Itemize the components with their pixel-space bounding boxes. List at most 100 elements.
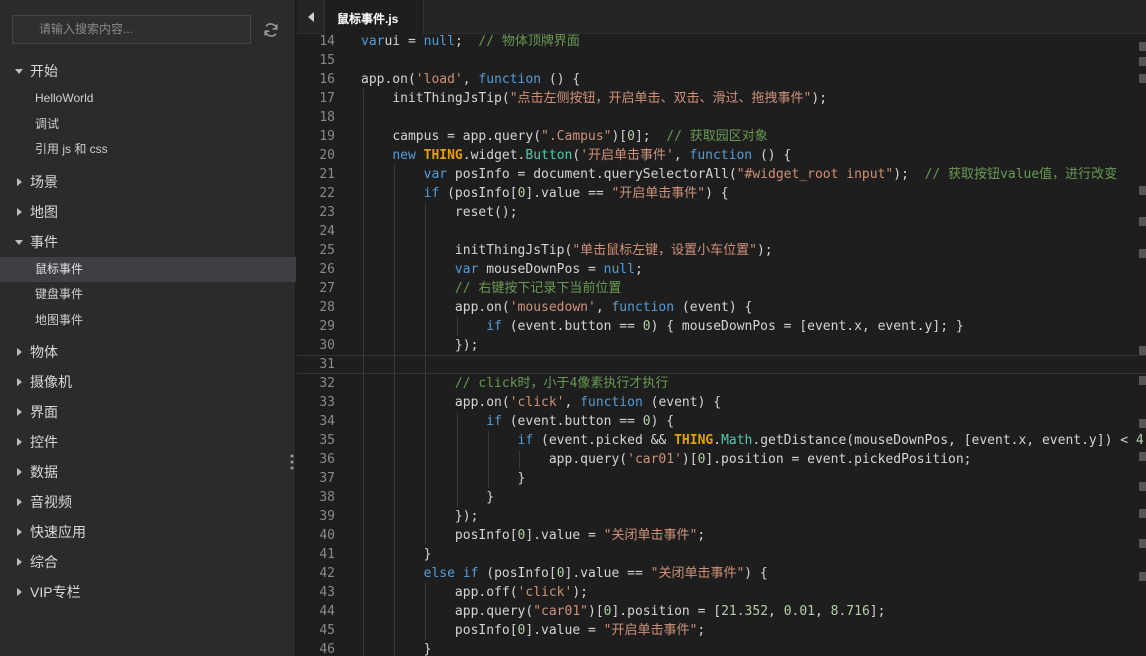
indent-guide: [394, 203, 396, 222]
code-token: var: [361, 34, 385, 49]
indent-guide: [425, 298, 427, 317]
indent-guide: [363, 431, 364, 450]
code-token: if: [486, 319, 502, 334]
indent-guide: [456, 431, 458, 450]
code-line: 15: [297, 51, 1146, 70]
code-token: // click时，小于4像素执行才执行: [454, 376, 669, 391]
code-token: }: [423, 642, 432, 656]
splitter-handle[interactable]: [290, 453, 294, 471]
indent-guide: [394, 336, 396, 355]
sidebar-item[interactable]: 鼠标事件: [0, 256, 296, 282]
code-token: )[: [681, 452, 698, 467]
line-number: 29: [319, 319, 335, 334]
code-token: initThingJsTip(: [392, 91, 510, 106]
sidebar-group-label: 物体: [30, 344, 58, 360]
code-area[interactable]: 14 varui = null; // 物体顶牌界面 15 16 app.on('loa…: [297, 34, 1146, 656]
code-line: 42 else if (posInfo[0].value == "关闭单击事件"…: [297, 564, 1146, 583]
code-line: 38 }: [297, 488, 1146, 507]
line-number: 41: [319, 547, 335, 562]
code-token: 0: [556, 566, 565, 581]
sidebar-group-label: 场景: [30, 173, 58, 190]
sidebar-group-4[interactable]: 物体: [0, 337, 296, 367]
code-token: ;: [454, 34, 479, 49]
line-number: 27: [319, 281, 335, 296]
code-token: () {: [541, 72, 581, 87]
indent-guide: [425, 583, 427, 602]
code-token: function: [689, 148, 753, 163]
sidebar-group-label: 综合: [30, 554, 58, 570]
refresh-icon[interactable]: [262, 21, 280, 39]
indent-guide: [394, 393, 396, 412]
code-line: 37 }: [297, 469, 1146, 488]
code-text: posInfo[0].value = "关闭单击事件";: [361, 526, 705, 545]
sidebar-group-12[interactable]: VIP专栏: [0, 577, 296, 607]
code-token: 'click': [517, 585, 573, 600]
line-number: 38: [319, 490, 335, 505]
code-token: ui =: [384, 34, 424, 49]
sidebar-group-label: 界面: [30, 404, 58, 420]
indent-guide: [363, 184, 364, 203]
code-token: ,: [815, 604, 831, 619]
caret-right-icon: [14, 167, 24, 197]
line-number: 43: [319, 585, 335, 600]
code-token: "开启单击事件": [603, 623, 698, 638]
indent-guide: [456, 469, 458, 488]
caret-right-icon: [14, 457, 24, 487]
sidebar-group-0[interactable]: 开始: [0, 56, 296, 86]
indent-guide: [394, 545, 396, 564]
scrollbar[interactable]: [1138, 34, 1146, 656]
code-token: reset();: [454, 205, 518, 220]
indent-guide: [363, 127, 364, 146]
caret-right-icon: [14, 337, 24, 367]
indent-guide: [363, 450, 364, 469]
code-token: Math: [721, 433, 753, 448]
search-input[interactable]: 请输入搜索内容...: [12, 15, 251, 44]
indent-guide: [456, 412, 458, 431]
sidebar-item[interactable]: 地图事件: [0, 308, 296, 334]
indent-guide: [363, 488, 364, 507]
indent-guide: [394, 564, 396, 583]
code-text: if (posInfo[0].value == "开启单击事件") {: [361, 184, 729, 203]
tab-mouse-events-js[interactable]: 鼠标事件.js: [324, 0, 424, 34]
code-text: if (event.picked && THING.Math.getDistan…: [361, 431, 1146, 450]
indent-guide: [394, 431, 396, 450]
sidebar-group-11[interactable]: 综合: [0, 547, 296, 577]
sidebar-group-1[interactable]: 场景: [0, 167, 296, 197]
code-token: if: [517, 433, 534, 448]
indent-guide: [394, 279, 396, 298]
sidebar-item[interactable]: 键盘事件: [0, 282, 296, 308]
indent-guide: [394, 640, 396, 656]
code-token: app.off(: [454, 585, 518, 600]
code-token: '开启单击事件': [580, 148, 674, 163]
sidebar-item[interactable]: HelloWorld: [0, 86, 296, 112]
sidebar-group-6[interactable]: 界面: [0, 397, 296, 427]
indent-guide: [363, 507, 364, 526]
sidebar-group-10[interactable]: 快速应用: [0, 517, 296, 547]
sidebar-item[interactable]: 调试: [0, 112, 296, 138]
sidebar-group-8[interactable]: 数据: [0, 457, 296, 487]
code-token: );: [893, 167, 925, 182]
code-token: 0: [627, 129, 635, 144]
sidebar-group-5[interactable]: 摄像机: [0, 367, 296, 397]
line-number: 42: [319, 566, 335, 581]
sidebar-item[interactable]: 引用 js 和 css: [0, 137, 296, 163]
code-token: ].position = event.pickedPosition;: [705, 452, 972, 467]
sidebar-group-9[interactable]: 音视频: [0, 487, 296, 517]
code-token: new: [392, 148, 424, 163]
code-token: ;: [697, 623, 706, 638]
sidebar-group-2[interactable]: 地图: [0, 197, 296, 227]
indent-guide: [425, 621, 427, 640]
line-number: 18: [319, 110, 335, 125]
line-number: 24: [319, 224, 335, 239]
sidebar-group-7[interactable]: 控件: [0, 427, 296, 457]
code-token: 0: [642, 414, 651, 429]
code-token: (event.picked &&: [533, 433, 675, 448]
code-text: }: [361, 545, 432, 564]
collapse-sidebar-icon[interactable]: [297, 0, 324, 34]
sidebar-group-3[interactable]: 事件: [0, 227, 296, 257]
indent-guide: [363, 469, 364, 488]
code-token: 0.01: [783, 604, 815, 619]
code-token: (posInfo[: [439, 186, 518, 201]
